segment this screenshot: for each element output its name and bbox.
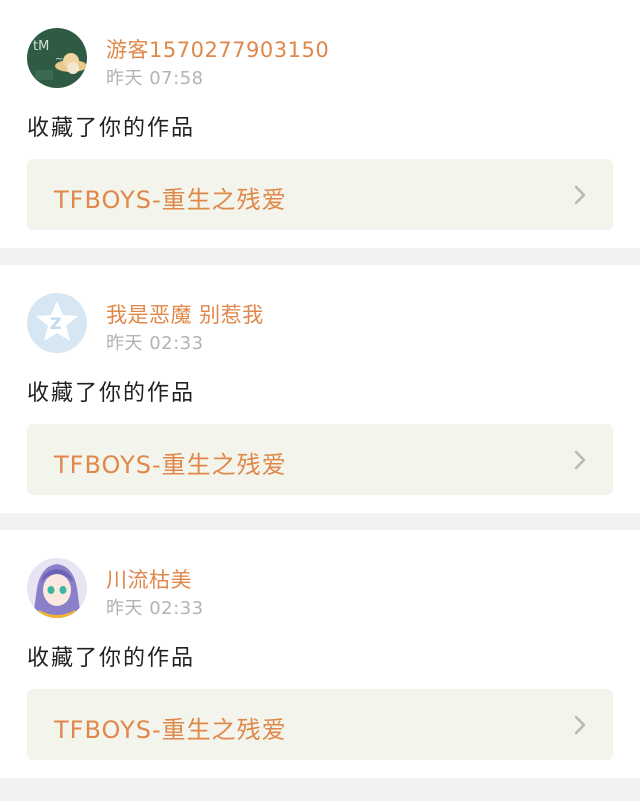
username[interactable]: 川流枯美 — [106, 564, 192, 594]
username[interactable]: 我是恶魔 别惹我 — [106, 299, 264, 329]
action-text: 收藏了你的作品 — [27, 116, 196, 141]
chalkboard-hat-avatar-icon: tM ~ — [27, 28, 87, 88]
notification-card: Z 我是恶魔 别惹我 昨天 02:33 收藏了你的作品 TFBOYS-重生之残爱 — [0, 265, 640, 513]
username[interactable]: 游客1570277903150 — [106, 34, 329, 64]
timestamp: 昨天 07:58 — [106, 68, 204, 89]
default-z-star-avatar-icon: Z — [27, 293, 87, 353]
svg-text:Z: Z — [50, 314, 62, 333]
work-link[interactable]: TFBOYS-重生之残爱 — [27, 159, 613, 230]
action-text: 收藏了你的作品 — [27, 646, 196, 671]
user-avatar[interactable]: Z — [27, 293, 87, 353]
user-avatar[interactable]: tM ~ — [27, 28, 87, 88]
work-link[interactable]: TFBOYS-重生之残爱 — [27, 689, 613, 760]
notification-feed: tM ~ 游客1570277903150 昨天 07:58 收藏了你的作品 TF… — [0, 0, 640, 778]
user-avatar[interactable] — [27, 558, 87, 618]
work-title: TFBOYS-重生之残爱 — [54, 716, 287, 744]
timestamp: 昨天 02:33 — [106, 333, 204, 354]
chevron-right-icon — [573, 449, 587, 471]
notification-card: 川流枯美 昨天 02:33 收藏了你的作品 TFBOYS-重生之残爱 — [0, 530, 640, 778]
timestamp: 昨天 02:33 — [106, 598, 204, 619]
chevron-right-icon — [573, 184, 587, 206]
work-title: TFBOYS-重生之残爱 — [54, 186, 287, 214]
anime-character-avatar-icon — [27, 558, 87, 618]
svg-text:tM: tM — [33, 39, 49, 54]
chevron-right-icon — [573, 714, 587, 736]
work-title: TFBOYS-重生之残爱 — [54, 451, 287, 479]
action-text: 收藏了你的作品 — [27, 381, 196, 406]
work-link[interactable]: TFBOYS-重生之残爱 — [27, 424, 613, 495]
notification-card: tM ~ 游客1570277903150 昨天 07:58 收藏了你的作品 TF… — [0, 0, 640, 248]
